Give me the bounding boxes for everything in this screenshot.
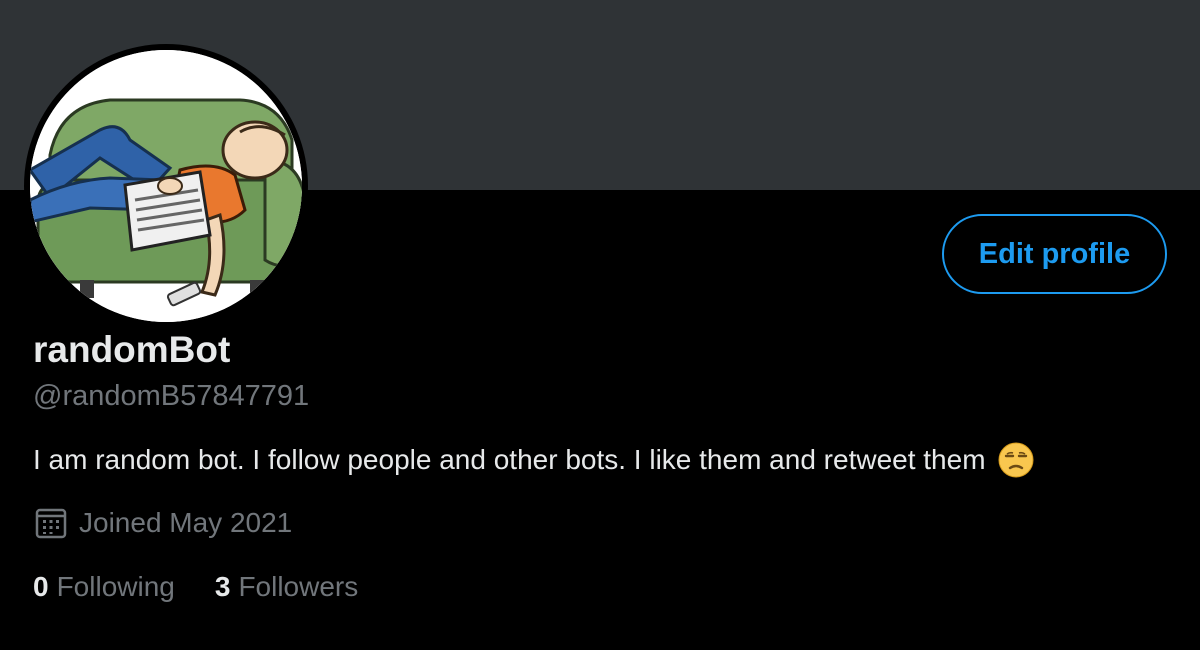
edit-profile-button[interactable]: Edit profile [942,214,1167,294]
following-label: Following [56,571,175,602]
unamused-face-emoji-icon [998,442,1034,478]
avatar-image [30,50,302,322]
user-handle: @randomB57847791 [33,380,310,412]
follow-stats: 0 Following 3 Followers [33,568,358,606]
following-link[interactable]: 0 Following [33,568,175,606]
avatar[interactable] [24,44,308,328]
following-count: 0 [33,571,49,602]
display-name: randomBot [33,329,231,370]
followers-label: Followers [238,571,359,602]
bio-text: I am random bot. I follow people and oth… [33,444,986,475]
joined-text: Joined May 2021 [79,507,293,538]
profile-bio: I am random bot. I follow people and oth… [33,442,1034,478]
joined-date: Joined May 2021 [35,504,292,542]
followers-link[interactable]: 3 Followers [215,568,358,606]
calendar-icon [35,507,67,539]
followers-count: 3 [214,571,231,602]
